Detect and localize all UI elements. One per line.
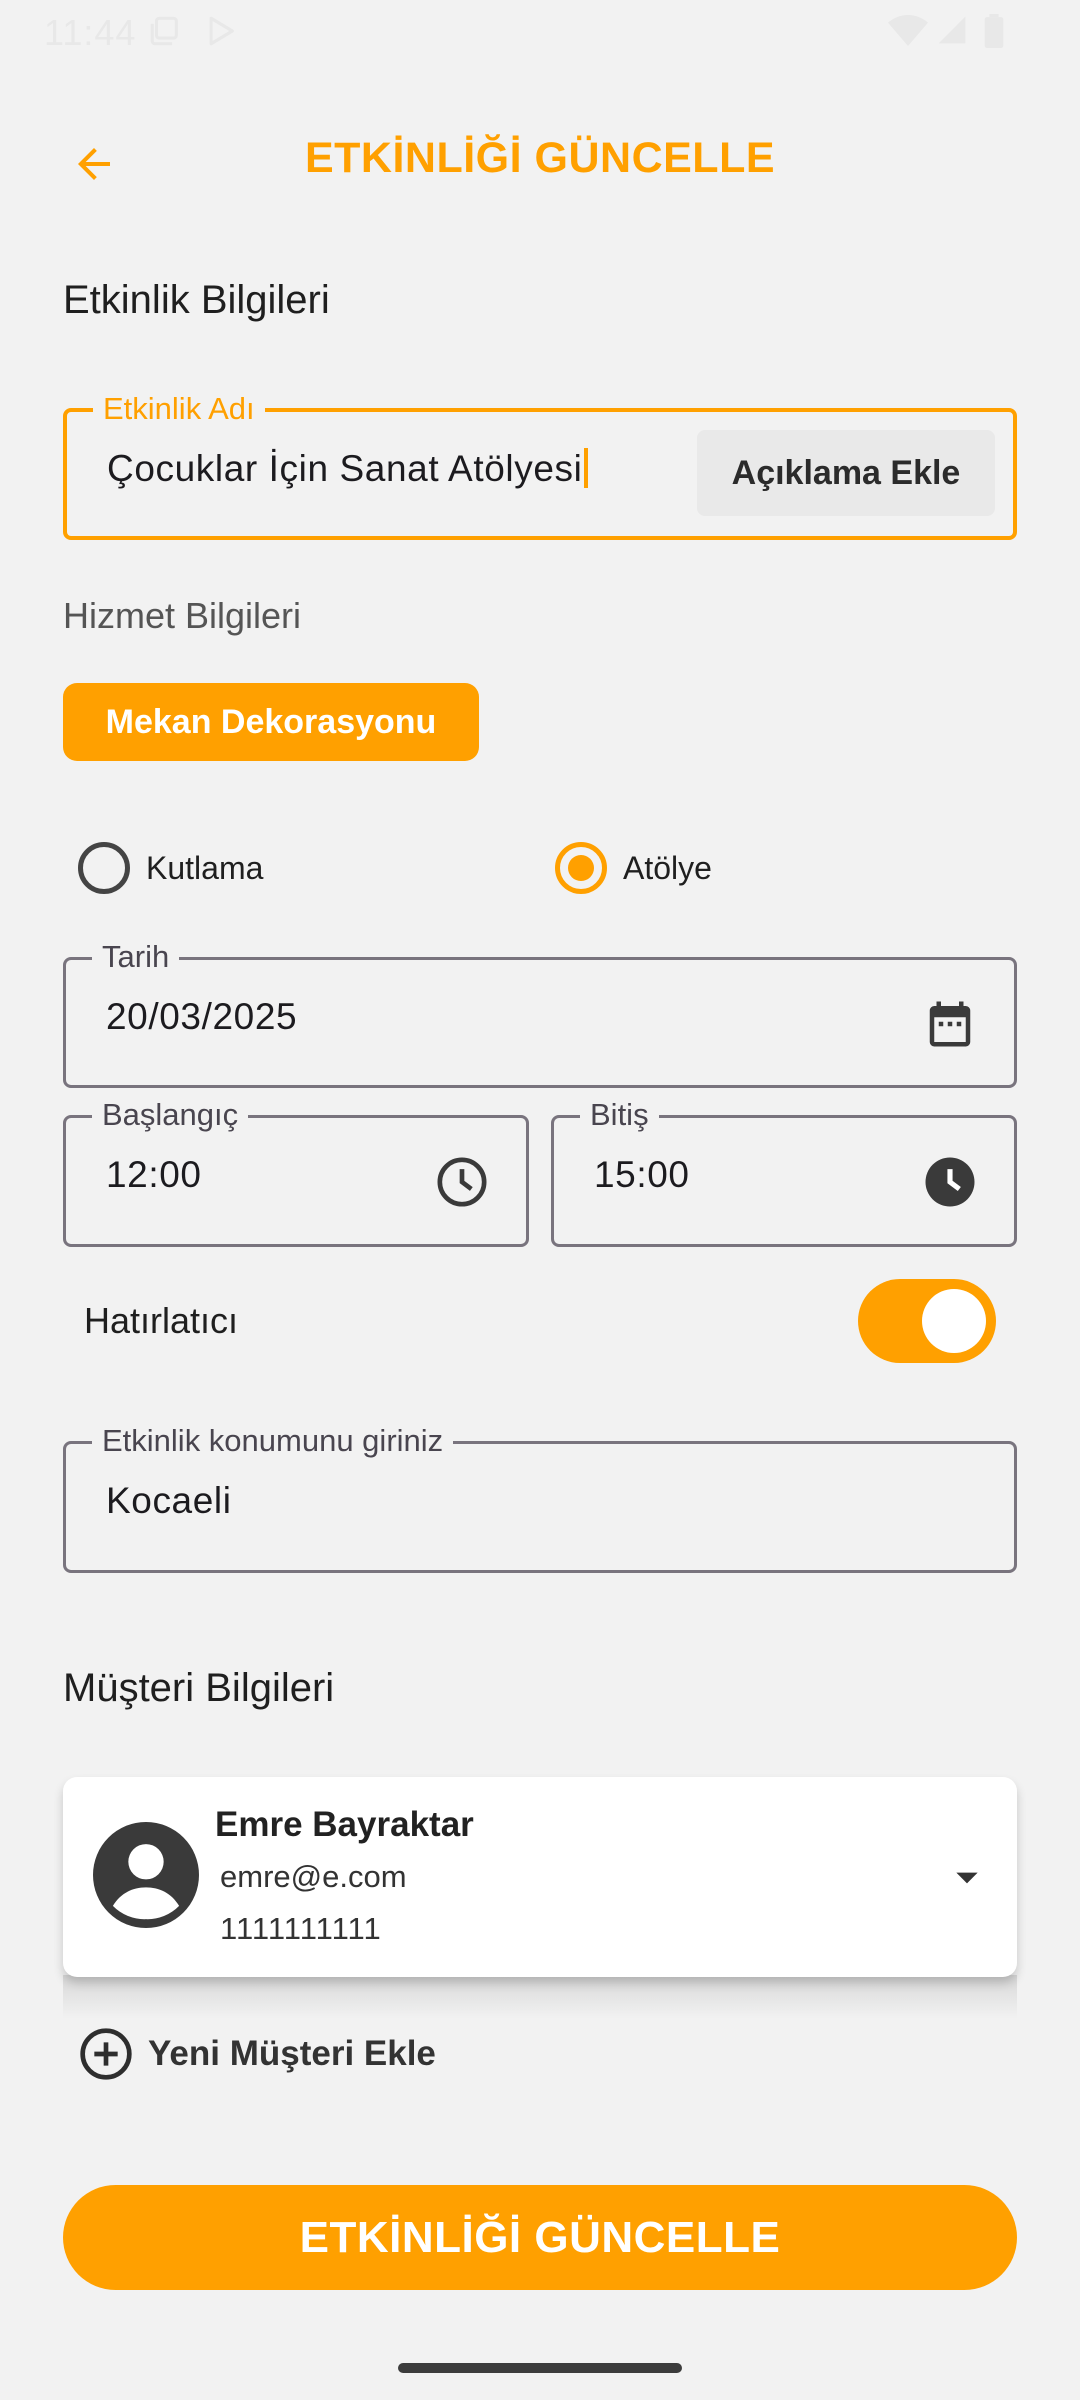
page-title: ETKİNLİĞİ GÜNCELLE: [304, 134, 776, 182]
event-info-section-title: Etkinlik Bilgileri: [63, 278, 330, 322]
event-name-value[interactable]: Çocuklar İçin Sanat Atölyesi: [107, 448, 589, 490]
customer-phone: 1111111111: [220, 1911, 382, 1946]
add-new-customer-button[interactable]: Yeni Müşteri Ekle: [78, 2026, 436, 2082]
date-picker-button[interactable]: [920, 994, 980, 1054]
calendar-icon: [929, 1001, 971, 1047]
location-label: Etkinlik konumunu giriniz: [92, 1422, 454, 1460]
add-new-customer-label: Yeni Müşteri Ekle: [148, 2034, 436, 2073]
end-time-field[interactable]: Bitiş 15:00: [551, 1096, 1017, 1247]
radio-option-atolye[interactable]: Atölye: [555, 842, 712, 894]
battery-icon: [984, 14, 1004, 48]
start-time-field[interactable]: Başlangıç 12:00: [63, 1096, 529, 1247]
account-circle-icon: [93, 1822, 199, 1928]
end-time-label: Bitiş: [580, 1096, 659, 1134]
start-time-value: 12:00: [106, 1154, 202, 1195]
play-store-icon: [209, 16, 234, 46]
event-name-label: Etkinlik Adı: [93, 390, 265, 428]
location-field[interactable]: Etkinlik konumunu giriniz Kocaeli: [63, 1422, 1017, 1573]
status-bar: 11:44: [0, 0, 1080, 64]
gesture-navigation-bar[interactable]: [398, 2363, 682, 2373]
clock-outline-icon: [437, 1157, 487, 1207]
reminder-label: Hatırlatıcı: [84, 1300, 239, 1341]
update-event-button[interactable]: ETKİNLİĞİ GÜNCELLE: [63, 2185, 1017, 2290]
start-time-label: Başlangıç: [92, 1096, 249, 1134]
radio-dot: [568, 855, 594, 881]
customer-name: Emre Bayraktar: [215, 1805, 474, 1844]
text-cursor: [584, 448, 589, 488]
end-time-picker-button[interactable]: [920, 1152, 980, 1212]
wifi-icon: [888, 15, 928, 46]
signal-icon: [938, 16, 966, 44]
service-info-section-title: Hizmet Bilgileri: [63, 595, 302, 636]
status-time: 11:44: [44, 12, 137, 53]
date-value: 20/03/2025: [106, 996, 298, 1037]
customer-card[interactable]: Emre Bayraktar emre@e.com 1111111111: [63, 1777, 1017, 1977]
start-time-picker-button[interactable]: [432, 1152, 492, 1212]
date-label: Tarih: [92, 938, 180, 976]
radio-label: Atölye: [623, 849, 712, 886]
service-chip[interactable]: Mekan Dekorasyonu: [63, 683, 479, 761]
radio-option-kutlama[interactable]: Kutlama: [78, 842, 263, 894]
notification-copy-icon: [150, 16, 178, 46]
add-description-button[interactable]: Açıklama Ekle: [697, 430, 995, 516]
reminder-toggle[interactable]: [858, 1279, 996, 1363]
radio-label: Kutlama: [146, 849, 264, 886]
toggle-knob: [922, 1289, 986, 1353]
radio-button-unselected[interactable]: [78, 842, 130, 894]
clock-filled-icon: [925, 1157, 975, 1207]
event-name-field[interactable]: Etkinlik Adı Çocuklar İçin Sanat Atölyes…: [63, 390, 1017, 540]
dropdown-arrow-icon[interactable]: [951, 1862, 983, 1894]
add-circle-icon: [80, 2028, 132, 2080]
location-value: Kocaeli: [106, 1480, 232, 1521]
customer-email: emre@e.com: [220, 1859, 407, 1894]
end-time-value: 15:00: [594, 1154, 690, 1195]
date-field[interactable]: Tarih 20/03/2025: [63, 938, 1017, 1088]
customer-info-section-title: Müşteri Bilgileri: [63, 1666, 335, 1710]
radio-button-selected[interactable]: [555, 842, 607, 894]
app-bar: ETKİNLİĞİ GÜNCELLE: [0, 112, 1080, 208]
card-shadow: [63, 1975, 1017, 2019]
